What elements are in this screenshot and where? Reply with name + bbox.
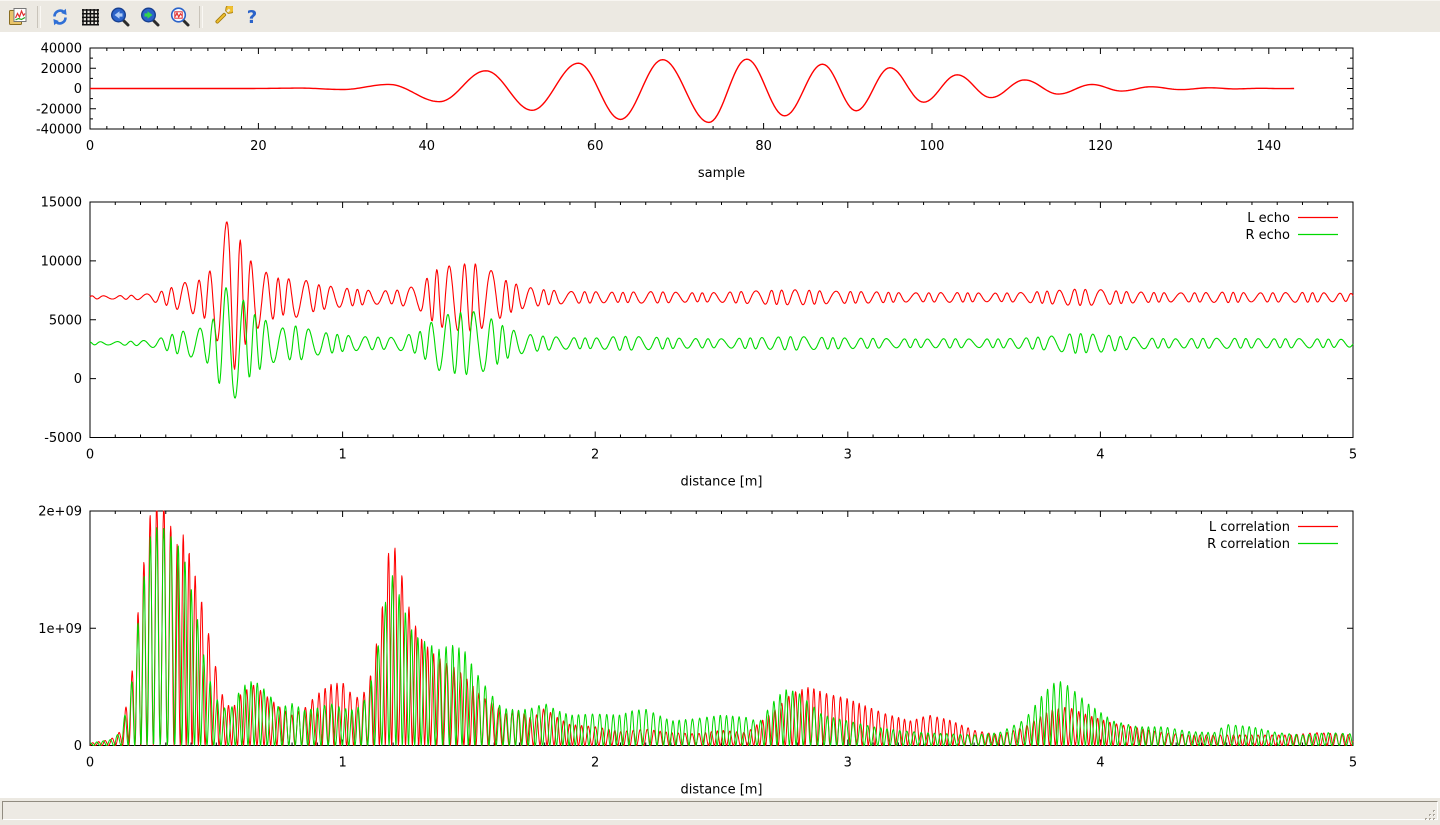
x-axis-label: distance [m] xyxy=(680,475,762,490)
replot-button[interactable] xyxy=(46,3,74,31)
legend-label: R echo xyxy=(1245,228,1290,243)
y-tick-label: 10000 xyxy=(41,254,82,269)
legend-label: L echo xyxy=(1247,211,1290,226)
x-tick-label: 140 xyxy=(1256,139,1281,154)
x-tick-label: 60 xyxy=(587,139,604,154)
y-tick-label: 40000 xyxy=(41,42,82,57)
series-line-signal xyxy=(90,59,1294,122)
x-tick-label: 1 xyxy=(338,448,346,463)
question-mark-icon: ? xyxy=(241,6,263,28)
x-tick-label: 2 xyxy=(591,756,599,771)
toolbar-separator xyxy=(199,6,203,28)
x-tick-label: 0 xyxy=(86,139,94,154)
status-bar xyxy=(0,799,1440,825)
x-tick-label: 40 xyxy=(419,139,436,154)
x-tick-label: 20 xyxy=(250,139,267,154)
plots-svg: 02040608010012014040000200000-20000-4000… xyxy=(0,32,1440,798)
x-tick-label: 0 xyxy=(86,448,94,463)
plot-canvas[interactable]: 02040608010012014040000200000-20000-4000… xyxy=(0,32,1440,798)
wrench-icon xyxy=(211,6,233,28)
plot-area-3: 0 1 2 3 4 5 2e+09 1e+09 0 distance [m] L correlati… xyxy=(38,505,1357,798)
grid-icon xyxy=(79,6,101,28)
x-tick-label: 1 xyxy=(338,756,346,771)
autoscale-button[interactable] xyxy=(166,3,194,31)
copy-to-clipboard-button[interactable] xyxy=(4,3,32,31)
toolbar: ? xyxy=(0,0,1440,32)
svg-text:?: ? xyxy=(247,7,257,28)
x-tick-label: 100 xyxy=(920,139,945,154)
x-tick-label: 5 xyxy=(1349,448,1357,463)
magnifier-forward-icon xyxy=(139,6,161,28)
x-tick-label: 4 xyxy=(1096,448,1104,463)
magnifier-plot-icon xyxy=(169,6,191,28)
plot-area-1: 0 20 40 60 80 100 120 140 40000 20000 0 -20000 -4000… xyxy=(36,42,1353,182)
x-tick-label: 120 xyxy=(1088,139,1113,154)
legend-label: R correlation xyxy=(1207,537,1290,552)
series-line-l-correlation xyxy=(90,511,1353,746)
y-tick-label: 0 xyxy=(74,739,82,754)
y-tick-label: -40000 xyxy=(36,123,82,138)
y-tick-label: 1e+09 xyxy=(38,622,82,637)
gnuplot-window: { "window": {"bg": "#ece9e2", "canvas_bg… xyxy=(0,0,1440,825)
zoom-next-button[interactable] xyxy=(136,3,164,31)
help-button[interactable]: ? xyxy=(238,3,266,31)
x-tick-label: 0 xyxy=(86,756,94,771)
y-tick-label: 0 xyxy=(74,82,82,97)
x-tick-label: 3 xyxy=(844,756,852,771)
y-tick-label: -5000 xyxy=(44,431,82,446)
y-tick-label: -20000 xyxy=(36,102,82,117)
x-tick-label: 80 xyxy=(755,139,772,154)
toggle-grid-button[interactable] xyxy=(76,3,104,31)
series-line-r-echo xyxy=(90,288,1353,398)
x-axis-label: distance [m] xyxy=(680,783,762,798)
y-tick-label: 15000 xyxy=(41,196,82,211)
refresh-icon xyxy=(49,6,71,28)
configure-button[interactable] xyxy=(208,3,236,31)
x-tick-label: 4 xyxy=(1096,756,1104,771)
resize-grip-icon[interactable] xyxy=(1423,808,1437,822)
y-tick-label: 5000 xyxy=(49,313,82,328)
toolbar-separator xyxy=(37,6,41,28)
legend-label: L correlation xyxy=(1209,520,1290,535)
plot-frame xyxy=(90,202,1353,438)
clipboard-chart-icon xyxy=(7,6,29,28)
y-tick-label: 0 xyxy=(74,372,82,387)
y-tick-label: 2e+09 xyxy=(38,505,82,520)
series-line-l-echo xyxy=(90,222,1353,369)
status-message xyxy=(2,801,1438,820)
x-tick-label: 5 xyxy=(1349,756,1357,771)
series-line-r-correlation xyxy=(90,528,1353,746)
x-tick-label: 2 xyxy=(591,448,599,463)
x-tick-label: 3 xyxy=(844,448,852,463)
y-tick-label: 20000 xyxy=(41,62,82,77)
x-axis-label: sample xyxy=(698,166,745,181)
magnifier-back-icon xyxy=(109,6,131,28)
plot-area-2: 0 1 2 3 4 5 15000 10000 5000 0 -5000 distance [m] L … xyxy=(41,196,1358,490)
zoom-previous-button[interactable] xyxy=(106,3,134,31)
